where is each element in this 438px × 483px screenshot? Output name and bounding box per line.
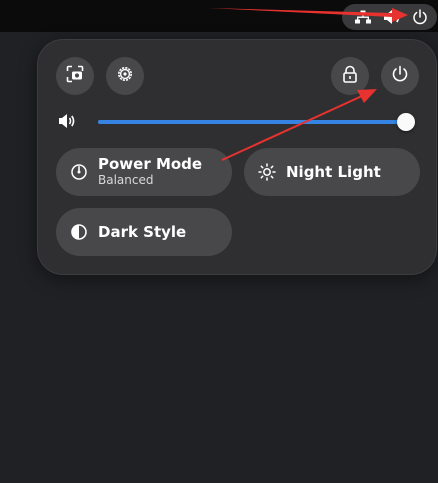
volume-slider[interactable]: [98, 120, 406, 124]
screenshot-button[interactable]: [56, 57, 94, 95]
volume-icon: [58, 112, 82, 132]
volume-slider-row: [58, 110, 418, 134]
volume-slider-fill: [98, 120, 406, 124]
settings-button[interactable]: [106, 57, 144, 95]
volume-slider-handle[interactable]: [397, 113, 415, 131]
lock-icon: [342, 65, 358, 87]
screenshot-icon: [66, 65, 84, 87]
power-mode-toggle[interactable]: Power Mode Balanced: [56, 148, 232, 196]
power-mode-text: Power Mode Balanced: [98, 156, 202, 188]
top-bar: [0, 0, 438, 32]
night-light-toggle[interactable]: Night Light: [244, 148, 420, 196]
settings-gear-icon: [116, 65, 134, 87]
dark-style-contrast-icon: [68, 221, 90, 243]
system-tray-button[interactable]: [342, 4, 437, 30]
power-icon: [408, 4, 432, 30]
network-wired-icon: [351, 4, 375, 30]
power-mode-subtitle: Balanced: [98, 173, 154, 187]
dark-style-toggle[interactable]: Dark Style: [56, 208, 232, 256]
lock-button[interactable]: [331, 57, 369, 95]
power-mode-gauge-icon: [68, 161, 90, 183]
power-icon: [391, 65, 409, 87]
power-mode-title: Power Mode: [98, 155, 203, 173]
night-light-sun-icon: [256, 161, 278, 183]
night-light-title: Night Light: [286, 162, 381, 181]
power-off-button[interactable]: [381, 57, 419, 95]
volume-icon: [380, 4, 404, 30]
dark-style-title: Dark Style: [98, 222, 187, 241]
